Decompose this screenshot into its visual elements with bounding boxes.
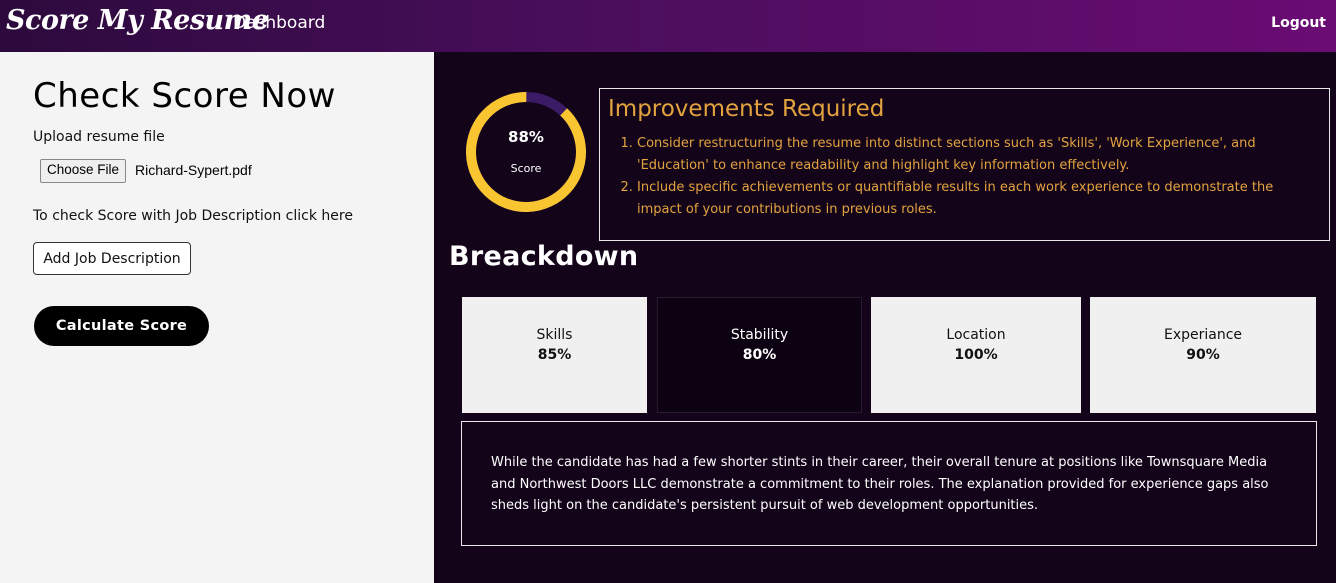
top-nav-bar: Score My Resume Dashboard Logout [0,0,1336,52]
breakdown-card-skills: Skills 85% [462,297,647,413]
choose-file-button[interactable]: Choose File [40,159,127,183]
nav-dashboard-link[interactable]: Dashboard [233,13,325,33]
brand-logo[interactable]: Score My Resume [6,5,269,36]
card-value: 85% [537,347,572,363]
card-label: Skills [536,327,573,343]
breakdown-title: Breackdown [449,241,639,272]
card-value: 100% [954,347,998,363]
card-value: 90% [1186,347,1220,363]
score-gauge [466,92,586,212]
card-label: Stability [730,327,789,343]
add-job-description-button[interactable]: Add Job Description [33,242,191,275]
breakdown-summary: While the candidate has had a few shorte… [461,421,1317,546]
card-label: Experiance [1163,327,1243,343]
breakdown-card-experience: Experiance 90% [1090,297,1316,413]
results-panel: 88% Score Improvements Required Consider… [434,52,1336,583]
page-title: Check Score Now [33,76,336,116]
improvements-box: Improvements Required Consider restructu… [599,88,1330,241]
job-description-hint: To check Score with Job Description clic… [33,208,353,224]
card-value: 80% [742,347,777,363]
improvements-title: Improvements Required [608,96,885,122]
upload-label: Upload resume file [33,129,165,145]
score-label: Score [510,162,542,175]
calculate-score-button[interactable]: Calculate Score [34,306,209,346]
selected-file-name: Richard-Sypert.pdf [135,162,252,178]
score-percentage: 88% [508,128,544,146]
improvements-list: Consider restructuring the resume into d… [637,133,1317,221]
logout-link[interactable]: Logout [1271,15,1326,31]
upload-panel: Check Score Now Upload resume file Choos… [0,52,434,583]
breakdown-card-location: Location 100% [871,297,1081,413]
card-label: Location [946,327,1006,343]
improvement-item: Include specific achievements or quantif… [637,177,1317,221]
improvement-item: Consider restructuring the resume into d… [637,133,1317,177]
score-gauge-fill [466,92,586,212]
breakdown-card-stability: Stability 80% [657,297,862,413]
